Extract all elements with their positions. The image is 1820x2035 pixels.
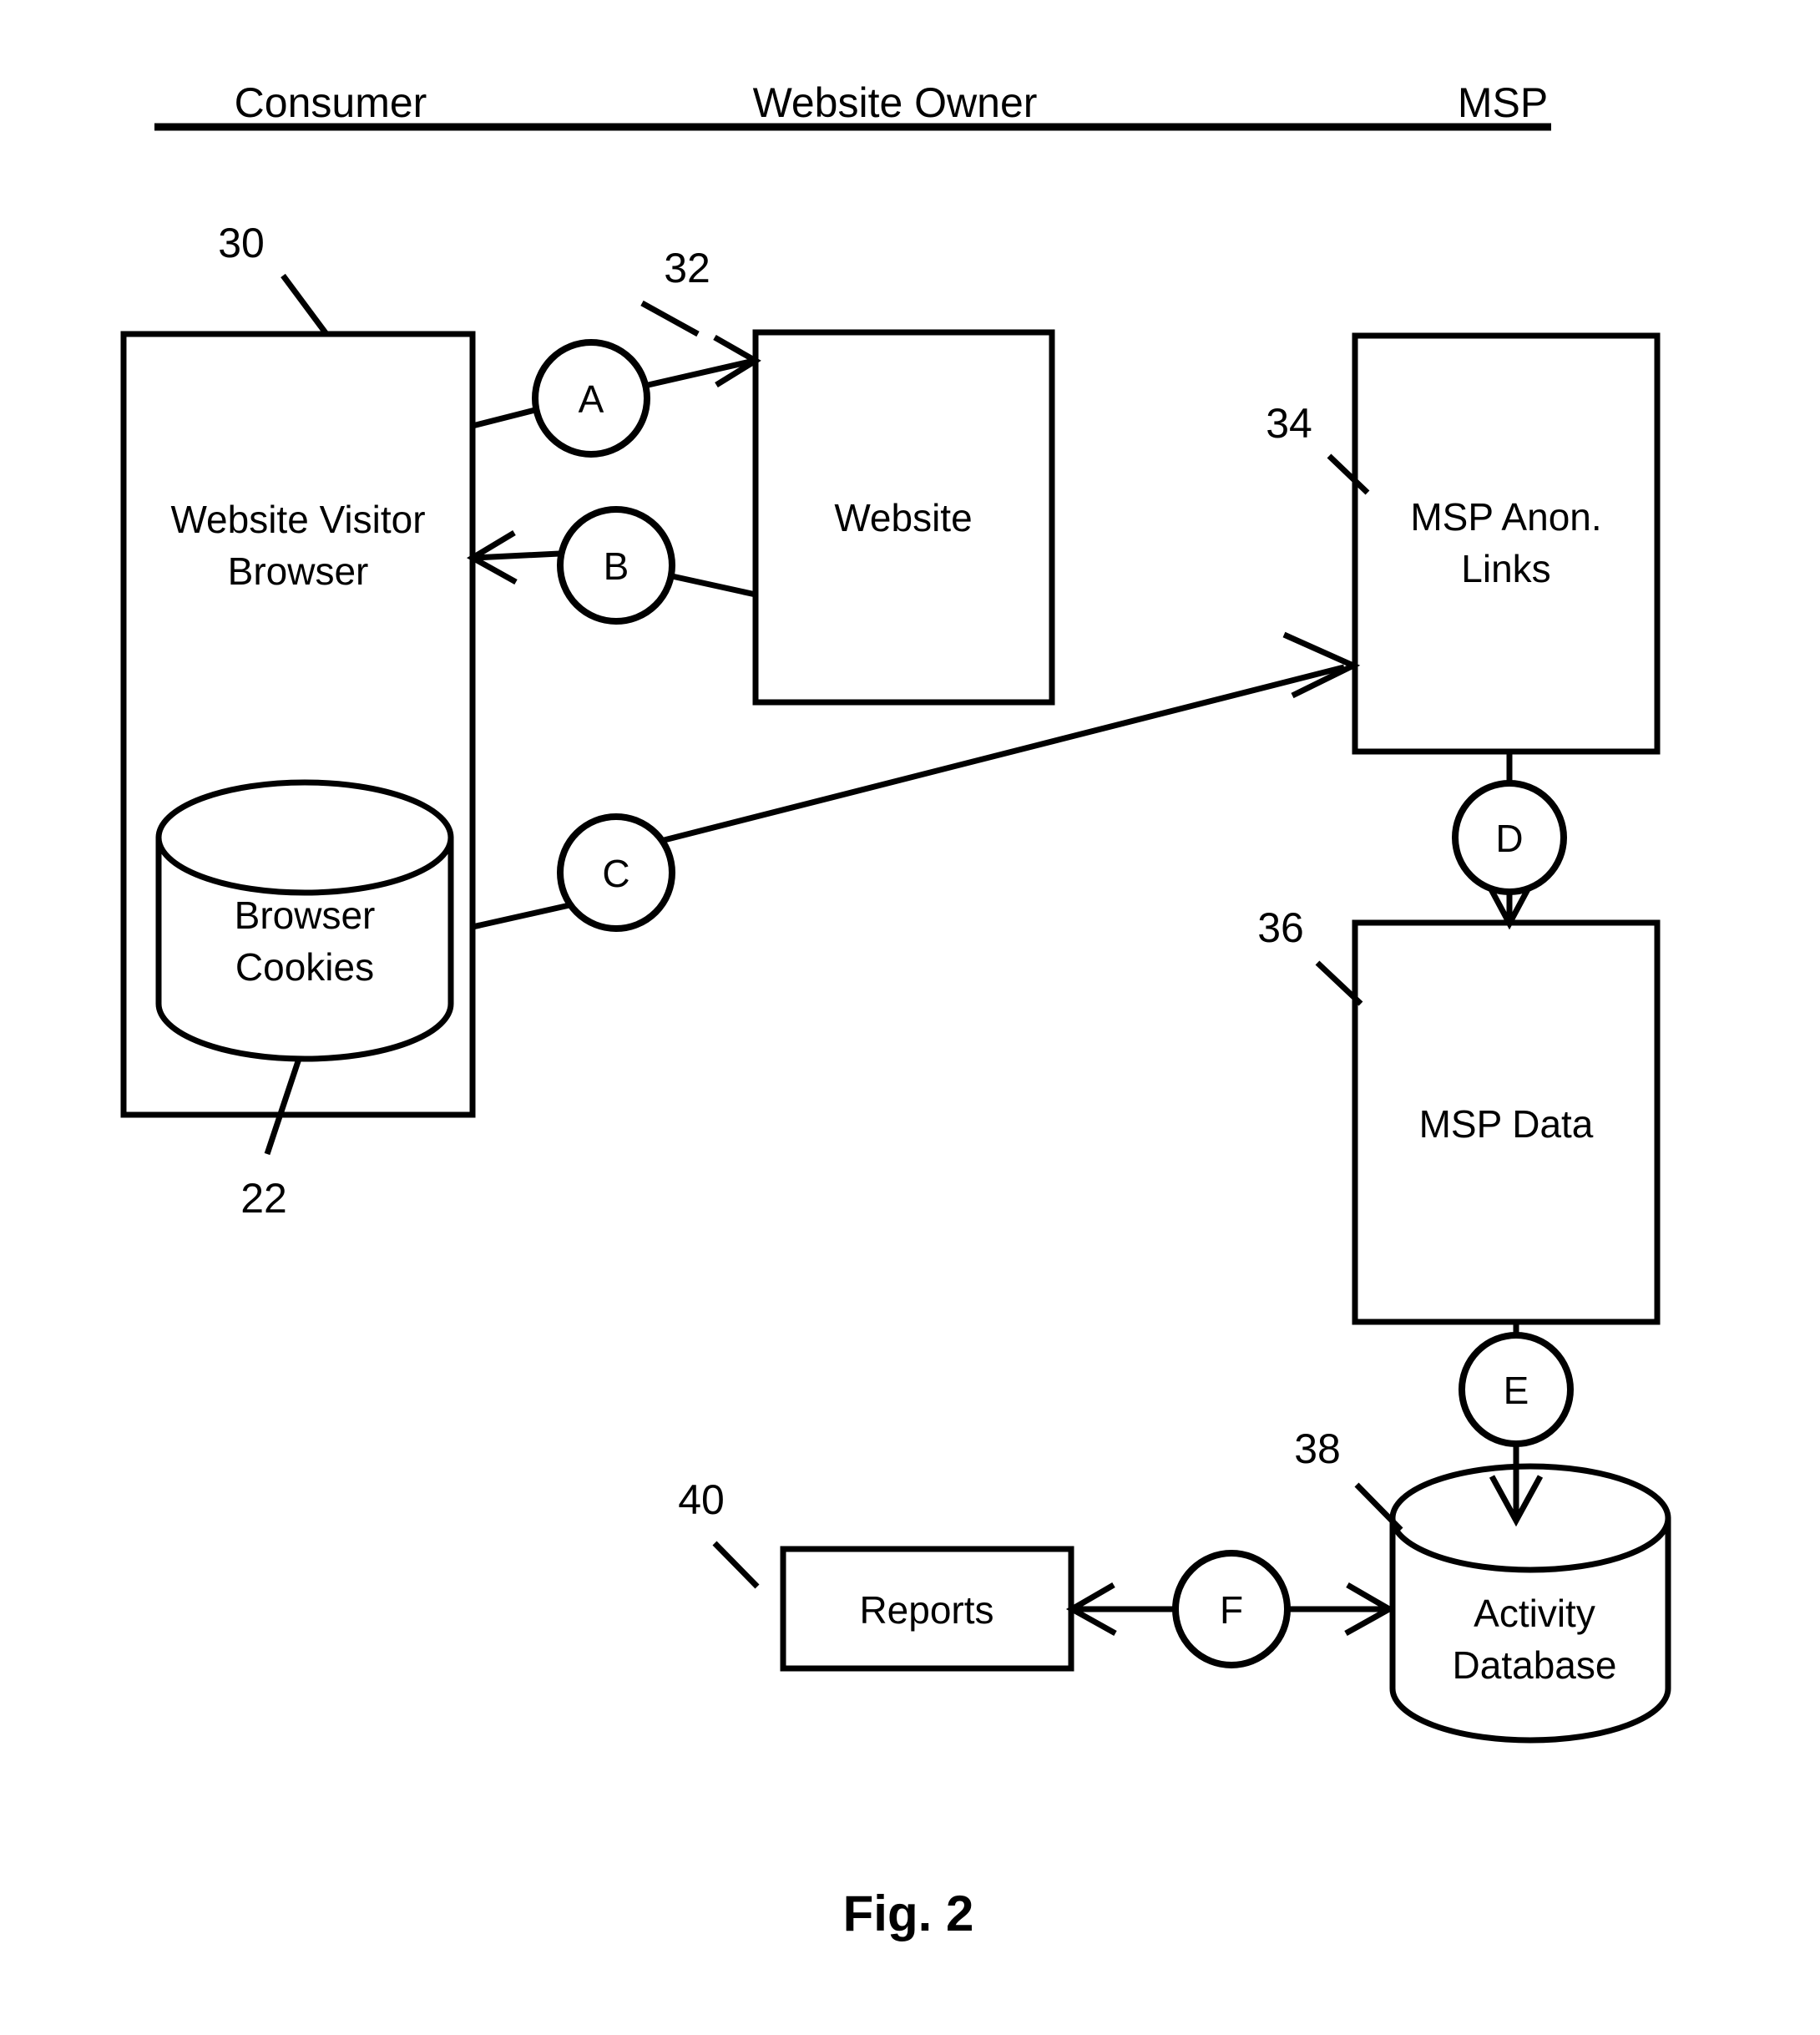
activity-database-label-line2: Database [1453, 1643, 1617, 1687]
activity-database-label-line1: Activity [1474, 1592, 1595, 1635]
reference-leader-30 [281, 273, 329, 337]
diagram-canvas: Consumer Website Owner MSP Website Visit… [120, 79, 1671, 1941]
reference-callout-40: 40 [678, 1476, 760, 1589]
reference-number-32: 32 [664, 245, 710, 291]
reference-callout-30: 30 [218, 220, 329, 337]
column-header-consumer: Consumer [235, 79, 427, 126]
msp-anon-links-box[interactable] [1352, 332, 1661, 755]
reference-number-30: 30 [218, 220, 265, 266]
reference-callout-36: 36 [1257, 904, 1363, 1006]
node-msp-data[interactable]: MSP Data [1352, 919, 1661, 1325]
browser-cookies-label-line1: Browser [235, 893, 376, 937]
patent-figure-page: Consumer Website Owner MSP Website Visit… [0, 0, 1820, 2035]
website-label-line1: Website [834, 496, 972, 539]
connector-b-stem-right [671, 573, 756, 598]
connector-c-letter: C [602, 852, 629, 895]
browser-cookies-cylinder-top[interactable] [155, 779, 454, 896]
reference-leader-40 [712, 1541, 760, 1589]
website-visitor-browser-label-line1: Website Visitor [170, 498, 425, 541]
figure-caption: Fig. 2 [843, 1886, 974, 1941]
reports-label-line1: Reports [859, 1588, 993, 1632]
msp-anon-links-label-line1: MSP Anon. [1410, 495, 1601, 539]
column-header-website-owner: Website Owner [753, 79, 1038, 126]
column-header-msp: MSP [1458, 79, 1548, 126]
node-activity-database[interactable]: Activity Database [1389, 1463, 1671, 1744]
reference-number-36: 36 [1257, 904, 1304, 951]
connector-a-stem-left [472, 406, 539, 429]
connector-b[interactable]: B [467, 506, 756, 625]
msp-data-label-line1: MSP Data [1419, 1102, 1594, 1146]
node-website[interactable]: Website [752, 329, 1055, 706]
node-browser-cookies[interactable]: Browser Cookies [155, 779, 454, 1062]
connector-e-letter: E [1504, 1369, 1529, 1412]
reference-callout-32: 32 [640, 245, 710, 337]
connector-d-letter: D [1495, 817, 1523, 860]
website-visitor-browser-label-line2: Browser [228, 549, 369, 593]
connector-f-letter: F [1220, 1588, 1243, 1632]
connector-a-arrowhead [713, 334, 761, 387]
reference-leader-32 [640, 300, 700, 337]
connector-f[interactable]: F [1065, 1550, 1396, 1668]
reference-number-40: 40 [678, 1476, 725, 1523]
column-header-group: Consumer Website Owner MSP [154, 79, 1551, 131]
node-msp-anon-links[interactable]: MSP Anon. Links [1352, 332, 1661, 755]
msp-anon-links-label-line2: Links [1461, 547, 1550, 590]
reference-callout-38: 38 [1294, 1425, 1403, 1532]
reference-number-22: 22 [240, 1175, 287, 1222]
connector-a-letter: A [579, 377, 604, 421]
activity-database-cylinder-top[interactable] [1389, 1463, 1671, 1573]
reference-number-38: 38 [1294, 1425, 1341, 1472]
reference-number-34: 34 [1266, 400, 1312, 447]
browser-cookies-label-line2: Cookies [235, 945, 374, 989]
connector-a[interactable]: A [472, 334, 761, 458]
connector-b-stem-left [473, 550, 560, 561]
connector-d[interactable]: D [1452, 752, 1567, 930]
connector-b-letter: B [604, 544, 629, 588]
node-reports[interactable]: Reports [780, 1546, 1074, 1672]
